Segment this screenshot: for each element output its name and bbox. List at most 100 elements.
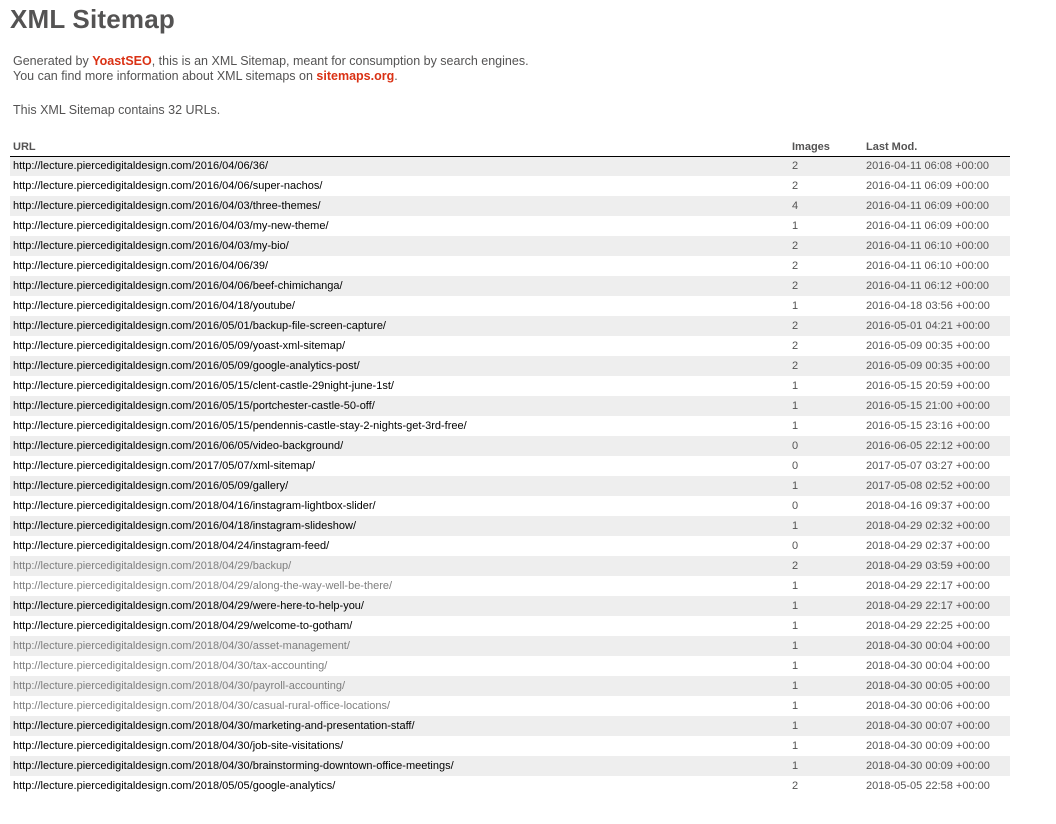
last-modified-cell: 2016-04-11 06:10 +00:00 bbox=[863, 236, 1010, 256]
table-row: http://lecture.piercedigitaldesign.com/2… bbox=[10, 616, 1010, 636]
url-link[interactable]: http://lecture.piercedigitaldesign.com/2… bbox=[13, 480, 288, 492]
url-link[interactable]: http://lecture.piercedigitaldesign.com/2… bbox=[13, 640, 350, 652]
url-link[interactable]: http://lecture.piercedigitaldesign.com/2… bbox=[13, 520, 356, 532]
url-link[interactable]: http://lecture.piercedigitaldesign.com/2… bbox=[13, 560, 291, 572]
table-row: http://lecture.piercedigitaldesign.com/2… bbox=[10, 676, 1010, 696]
last-modified-cell: 2018-04-30 00:04 +00:00 bbox=[863, 636, 1010, 656]
table-row: http://lecture.piercedigitaldesign.com/2… bbox=[10, 396, 1010, 416]
images-count-cell: 1 bbox=[789, 376, 863, 396]
last-modified-cell: 2016-04-11 06:09 +00:00 bbox=[863, 216, 1010, 236]
table-row: http://lecture.piercedigitaldesign.com/2… bbox=[10, 596, 1010, 616]
url-link[interactable]: http://lecture.piercedigitaldesign.com/2… bbox=[13, 720, 415, 732]
table-row: http://lecture.piercedigitaldesign.com/2… bbox=[10, 416, 1010, 436]
yoastseo-link[interactable]: YoastSEO bbox=[92, 54, 152, 68]
table-row: http://lecture.piercedigitaldesign.com/2… bbox=[10, 336, 1010, 356]
url-link[interactable]: http://lecture.piercedigitaldesign.com/2… bbox=[13, 400, 375, 412]
url-cell: http://lecture.piercedigitaldesign.com/2… bbox=[10, 656, 789, 676]
images-count-cell: 2 bbox=[789, 236, 863, 256]
url-link[interactable]: http://lecture.piercedigitaldesign.com/2… bbox=[13, 240, 289, 252]
table-row: http://lecture.piercedigitaldesign.com/2… bbox=[10, 276, 1010, 296]
table-row: http://lecture.piercedigitaldesign.com/2… bbox=[10, 316, 1010, 336]
url-cell: http://lecture.piercedigitaldesign.com/2… bbox=[10, 176, 789, 196]
url-link[interactable]: http://lecture.piercedigitaldesign.com/2… bbox=[13, 740, 343, 752]
images-count-cell: 0 bbox=[789, 456, 863, 476]
url-link[interactable]: http://lecture.piercedigitaldesign.com/2… bbox=[13, 220, 329, 232]
url-link[interactable]: http://lecture.piercedigitaldesign.com/2… bbox=[13, 780, 335, 792]
url-link[interactable]: http://lecture.piercedigitaldesign.com/2… bbox=[13, 460, 315, 472]
url-link[interactable]: http://lecture.piercedigitaldesign.com/2… bbox=[13, 300, 295, 312]
column-header-images: Images bbox=[789, 137, 863, 157]
images-count-cell: 2 bbox=[789, 556, 863, 576]
url-cell: http://lecture.piercedigitaldesign.com/2… bbox=[10, 396, 789, 416]
url-cell: http://lecture.piercedigitaldesign.com/2… bbox=[10, 756, 789, 776]
url-link[interactable]: http://lecture.piercedigitaldesign.com/2… bbox=[13, 200, 321, 212]
url-link[interactable]: http://lecture.piercedigitaldesign.com/2… bbox=[13, 280, 343, 292]
images-count-cell: 2 bbox=[789, 156, 863, 176]
table-row: http://lecture.piercedigitaldesign.com/2… bbox=[10, 176, 1010, 196]
url-link[interactable]: http://lecture.piercedigitaldesign.com/2… bbox=[13, 160, 268, 172]
last-modified-cell: 2018-04-30 00:09 +00:00 bbox=[863, 756, 1010, 776]
last-modified-cell: 2017-05-07 03:27 +00:00 bbox=[863, 456, 1010, 476]
url-link[interactable]: http://lecture.piercedigitaldesign.com/2… bbox=[13, 540, 329, 552]
url-cell: http://lecture.piercedigitaldesign.com/2… bbox=[10, 536, 789, 556]
images-count-cell: 1 bbox=[789, 216, 863, 236]
last-modified-cell: 2016-04-11 06:10 +00:00 bbox=[863, 256, 1010, 276]
last-modified-cell: 2016-04-11 06:08 +00:00 bbox=[863, 156, 1010, 176]
url-link[interactable]: http://lecture.piercedigitaldesign.com/2… bbox=[13, 440, 343, 452]
images-count-cell: 2 bbox=[789, 316, 863, 336]
last-modified-cell: 2018-04-30 00:04 +00:00 bbox=[863, 656, 1010, 676]
last-modified-cell: 2016-05-09 00:35 +00:00 bbox=[863, 356, 1010, 376]
url-link[interactable]: http://lecture.piercedigitaldesign.com/2… bbox=[13, 700, 390, 712]
url-cell: http://lecture.piercedigitaldesign.com/2… bbox=[10, 476, 789, 496]
url-link[interactable]: http://lecture.piercedigitaldesign.com/2… bbox=[13, 260, 268, 272]
table-row: http://lecture.piercedigitaldesign.com/2… bbox=[10, 536, 1010, 556]
images-count-cell: 1 bbox=[789, 616, 863, 636]
url-link[interactable]: http://lecture.piercedigitaldesign.com/2… bbox=[13, 600, 364, 612]
url-link[interactable]: http://lecture.piercedigitaldesign.com/2… bbox=[13, 760, 454, 772]
table-row: http://lecture.piercedigitaldesign.com/2… bbox=[10, 256, 1010, 276]
url-link[interactable]: http://lecture.piercedigitaldesign.com/2… bbox=[13, 420, 467, 432]
images-count-cell: 2 bbox=[789, 276, 863, 296]
url-count-text: This XML Sitemap contains 32 URLs. bbox=[13, 103, 221, 117]
last-modified-cell: 2018-04-29 22:17 +00:00 bbox=[863, 576, 1010, 596]
sitemap-table-body: http://lecture.piercedigitaldesign.com/2… bbox=[10, 156, 1010, 796]
url-link[interactable]: http://lecture.piercedigitaldesign.com/2… bbox=[13, 660, 327, 672]
table-row: http://lecture.piercedigitaldesign.com/2… bbox=[10, 456, 1010, 476]
url-cell: http://lecture.piercedigitaldesign.com/2… bbox=[10, 576, 789, 596]
url-cell: http://lecture.piercedigitaldesign.com/2… bbox=[10, 636, 789, 656]
url-cell: http://lecture.piercedigitaldesign.com/2… bbox=[10, 256, 789, 276]
url-cell: http://lecture.piercedigitaldesign.com/2… bbox=[10, 216, 789, 236]
url-link[interactable]: http://lecture.piercedigitaldesign.com/2… bbox=[13, 580, 392, 592]
url-link[interactable]: http://lecture.piercedigitaldesign.com/2… bbox=[13, 680, 345, 692]
url-link[interactable]: http://lecture.piercedigitaldesign.com/2… bbox=[13, 380, 394, 392]
last-modified-cell: 2018-04-29 22:17 +00:00 bbox=[863, 596, 1010, 616]
description-line1-prefix: Generated by bbox=[13, 54, 93, 68]
url-link[interactable]: http://lecture.piercedigitaldesign.com/2… bbox=[13, 360, 360, 372]
url-cell: http://lecture.piercedigitaldesign.com/2… bbox=[10, 716, 789, 736]
last-modified-cell: 2018-04-30 00:09 +00:00 bbox=[863, 736, 1010, 756]
url-cell: http://lecture.piercedigitaldesign.com/2… bbox=[10, 156, 789, 176]
images-count-cell: 1 bbox=[789, 516, 863, 536]
url-cell: http://lecture.piercedigitaldesign.com/2… bbox=[10, 676, 789, 696]
url-link[interactable]: http://lecture.piercedigitaldesign.com/2… bbox=[13, 620, 352, 632]
table-row: http://lecture.piercedigitaldesign.com/2… bbox=[10, 516, 1010, 536]
description-line2-suffix: . bbox=[394, 69, 398, 83]
images-count-cell: 1 bbox=[789, 416, 863, 436]
images-count-cell: 2 bbox=[789, 176, 863, 196]
url-cell: http://lecture.piercedigitaldesign.com/2… bbox=[10, 496, 789, 516]
table-row: http://lecture.piercedigitaldesign.com/2… bbox=[10, 376, 1010, 396]
last-modified-cell: 2018-05-05 22:58 +00:00 bbox=[863, 776, 1010, 796]
url-link[interactable]: http://lecture.piercedigitaldesign.com/2… bbox=[13, 180, 322, 192]
column-header-url: URL bbox=[10, 137, 789, 157]
last-modified-cell: 2016-04-11 06:12 +00:00 bbox=[863, 276, 1010, 296]
url-cell: http://lecture.piercedigitaldesign.com/2… bbox=[10, 776, 789, 796]
url-cell: http://lecture.piercedigitaldesign.com/2… bbox=[10, 196, 789, 216]
url-link[interactable]: http://lecture.piercedigitaldesign.com/2… bbox=[13, 340, 345, 352]
images-count-cell: 0 bbox=[789, 496, 863, 516]
url-link[interactable]: http://lecture.piercedigitaldesign.com/2… bbox=[13, 320, 386, 332]
images-count-cell: 1 bbox=[789, 696, 863, 716]
sitemaps-org-link[interactable]: sitemaps.org bbox=[316, 69, 394, 83]
url-cell: http://lecture.piercedigitaldesign.com/2… bbox=[10, 696, 789, 716]
table-row: http://lecture.piercedigitaldesign.com/2… bbox=[10, 356, 1010, 376]
url-link[interactable]: http://lecture.piercedigitaldesign.com/2… bbox=[13, 500, 376, 512]
